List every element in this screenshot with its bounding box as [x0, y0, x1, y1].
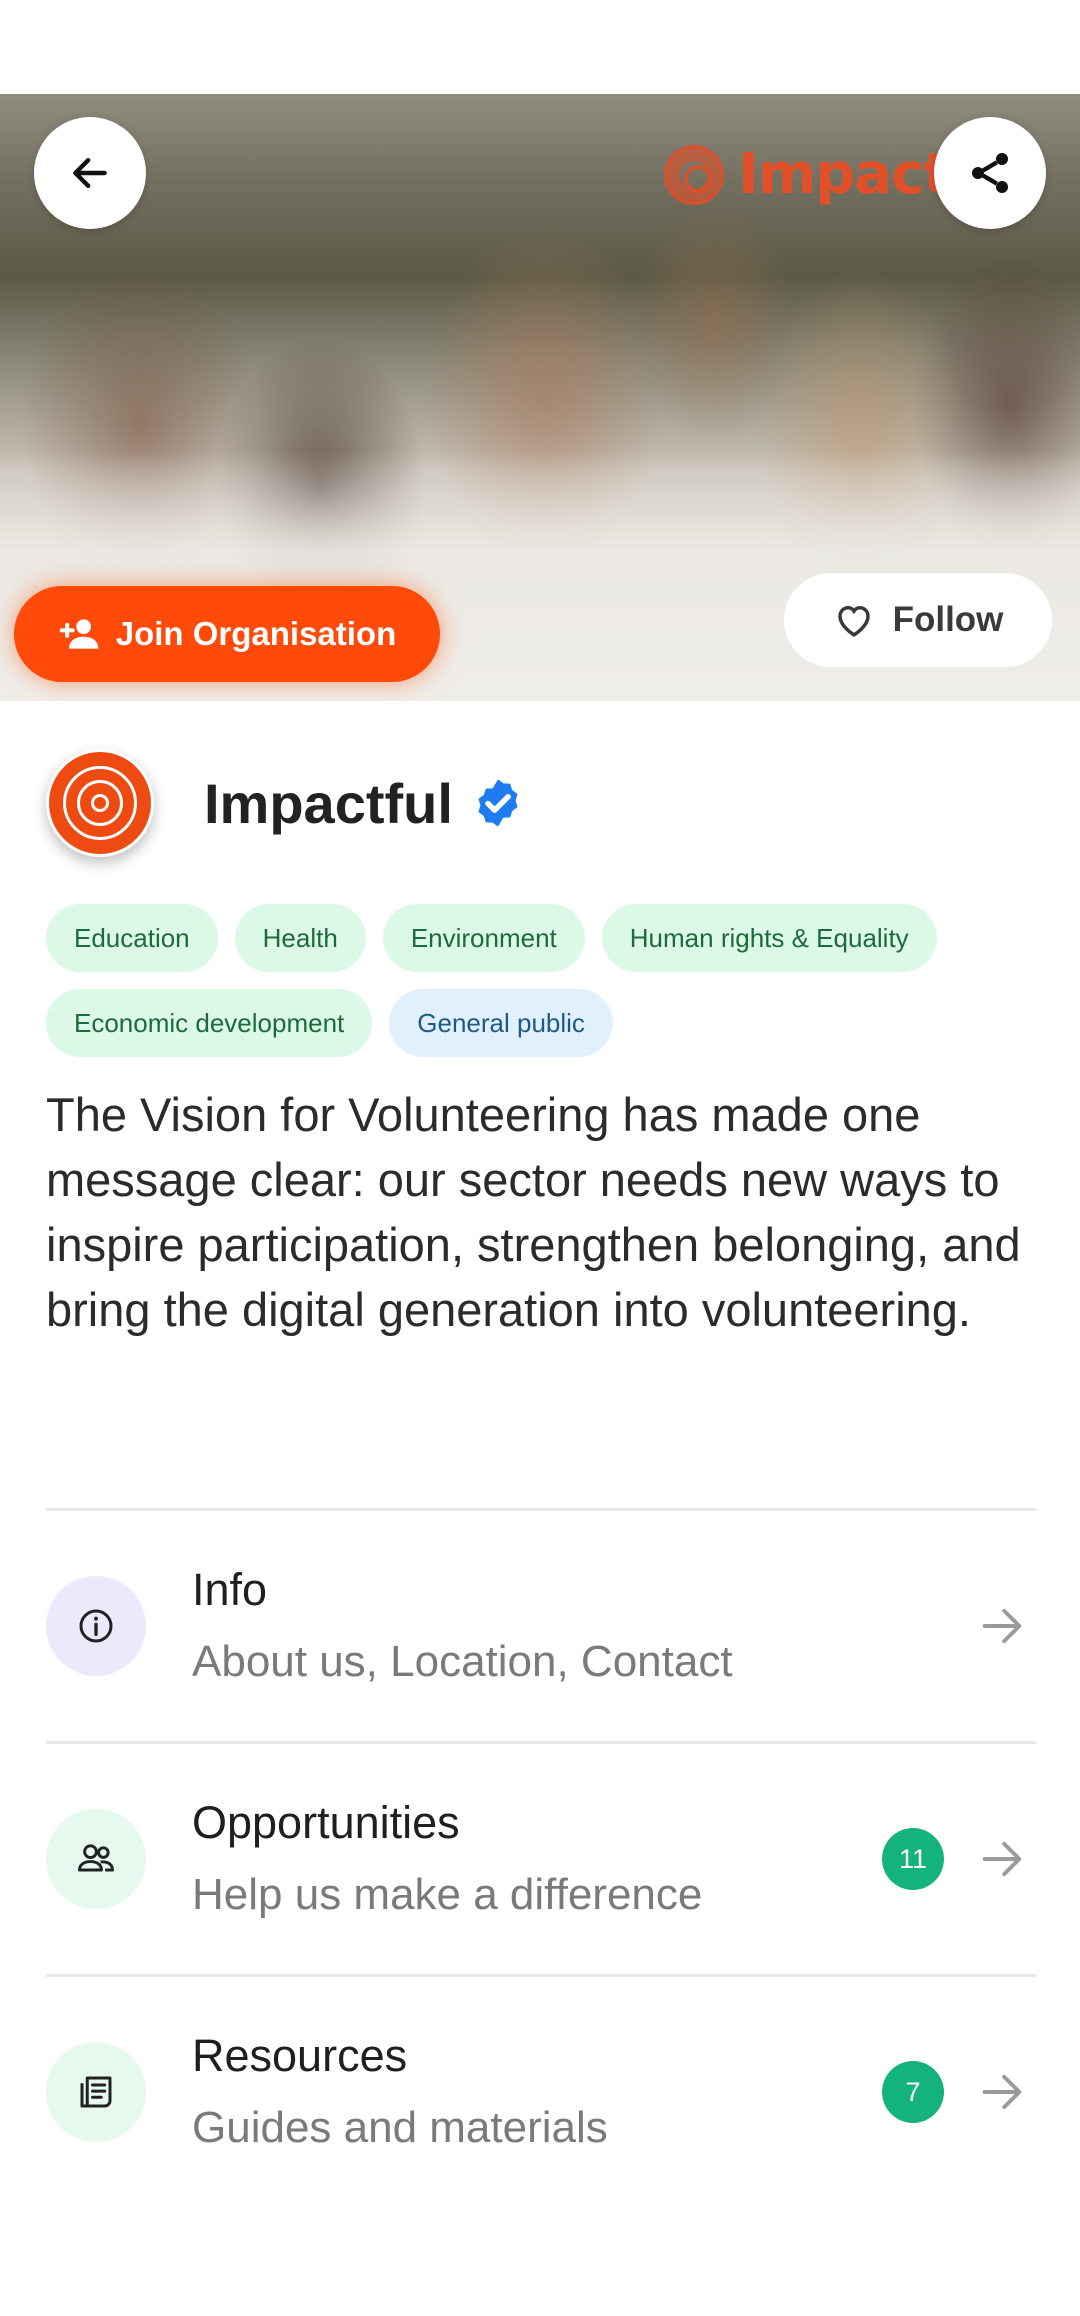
cover-logo-mark-icon — [664, 144, 724, 205]
join-organisation-button[interactable]: Join Organisation — [14, 586, 440, 682]
menu-item-title: Resources — [192, 2030, 408, 2081]
menu-item-info[interactable]: Info About us, Location, Contact — [46, 1508, 1036, 1741]
resources-count-badge: 7 — [882, 2061, 944, 2123]
share-button[interactable] — [934, 117, 1046, 229]
menu-item-opportunities[interactable]: Opportunities Help us make a difference … — [46, 1741, 1036, 1974]
organisation-menu: Info About us, Location, Contact Opportu… — [46, 1508, 1036, 2207]
arrow-right-icon — [974, 1598, 1030, 1654]
menu-item-resources[interactable]: Resources Guides and materials 7 — [46, 1974, 1036, 2207]
menu-item-title: Info — [192, 1564, 268, 1615]
info-icon — [46, 1576, 146, 1676]
document-icon — [46, 2042, 146, 2142]
tag-education[interactable]: Education — [46, 904, 218, 972]
organisation-header: Impactful — [46, 747, 1046, 859]
tag-economic-development[interactable]: Economic development — [46, 989, 373, 1057]
back-button[interactable] — [34, 117, 146, 229]
join-organisation-label: Join Organisation — [115, 615, 397, 652]
add-person-icon — [59, 619, 99, 649]
arrow-right-icon — [974, 1831, 1030, 1887]
share-icon — [972, 153, 1008, 193]
heart-icon — [837, 605, 870, 637]
menu-item-subtitle: Help us make a difference — [192, 1870, 703, 1919]
arrow-right-icon — [974, 2064, 1030, 2120]
status-bar — [0, 0, 1080, 94]
follow-button[interactable]: Follow — [784, 573, 1052, 667]
tag-general-public[interactable]: General public — [389, 989, 613, 1057]
organisation-name: Impactful — [204, 771, 453, 835]
menu-item-subtitle: Guides and materials — [192, 2103, 608, 2152]
opportunities-count-badge: 11 — [882, 1828, 944, 1890]
cover-logo: Impact — [664, 142, 950, 207]
follow-label: Follow — [892, 600, 1004, 639]
organisation-description: The Vision for Volunteering has made one… — [46, 1088, 1021, 1336]
organisation-logo — [46, 749, 154, 857]
tag-health[interactable]: Health — [234, 904, 366, 972]
category-tags: Education Health Environment Human right… — [46, 904, 1046, 1074]
verified-badge-icon — [471, 776, 525, 830]
people-icon — [46, 1809, 146, 1909]
tag-environment[interactable]: Environment — [382, 904, 585, 972]
menu-item-subtitle: About us, Location, Contact — [192, 1637, 733, 1686]
menu-item-title: Opportunities — [192, 1797, 460, 1848]
cover-logo-text: Impact — [738, 142, 950, 207]
tag-human-rights[interactable]: Human rights & Equality — [601, 904, 937, 972]
arrow-left-icon — [73, 157, 107, 189]
